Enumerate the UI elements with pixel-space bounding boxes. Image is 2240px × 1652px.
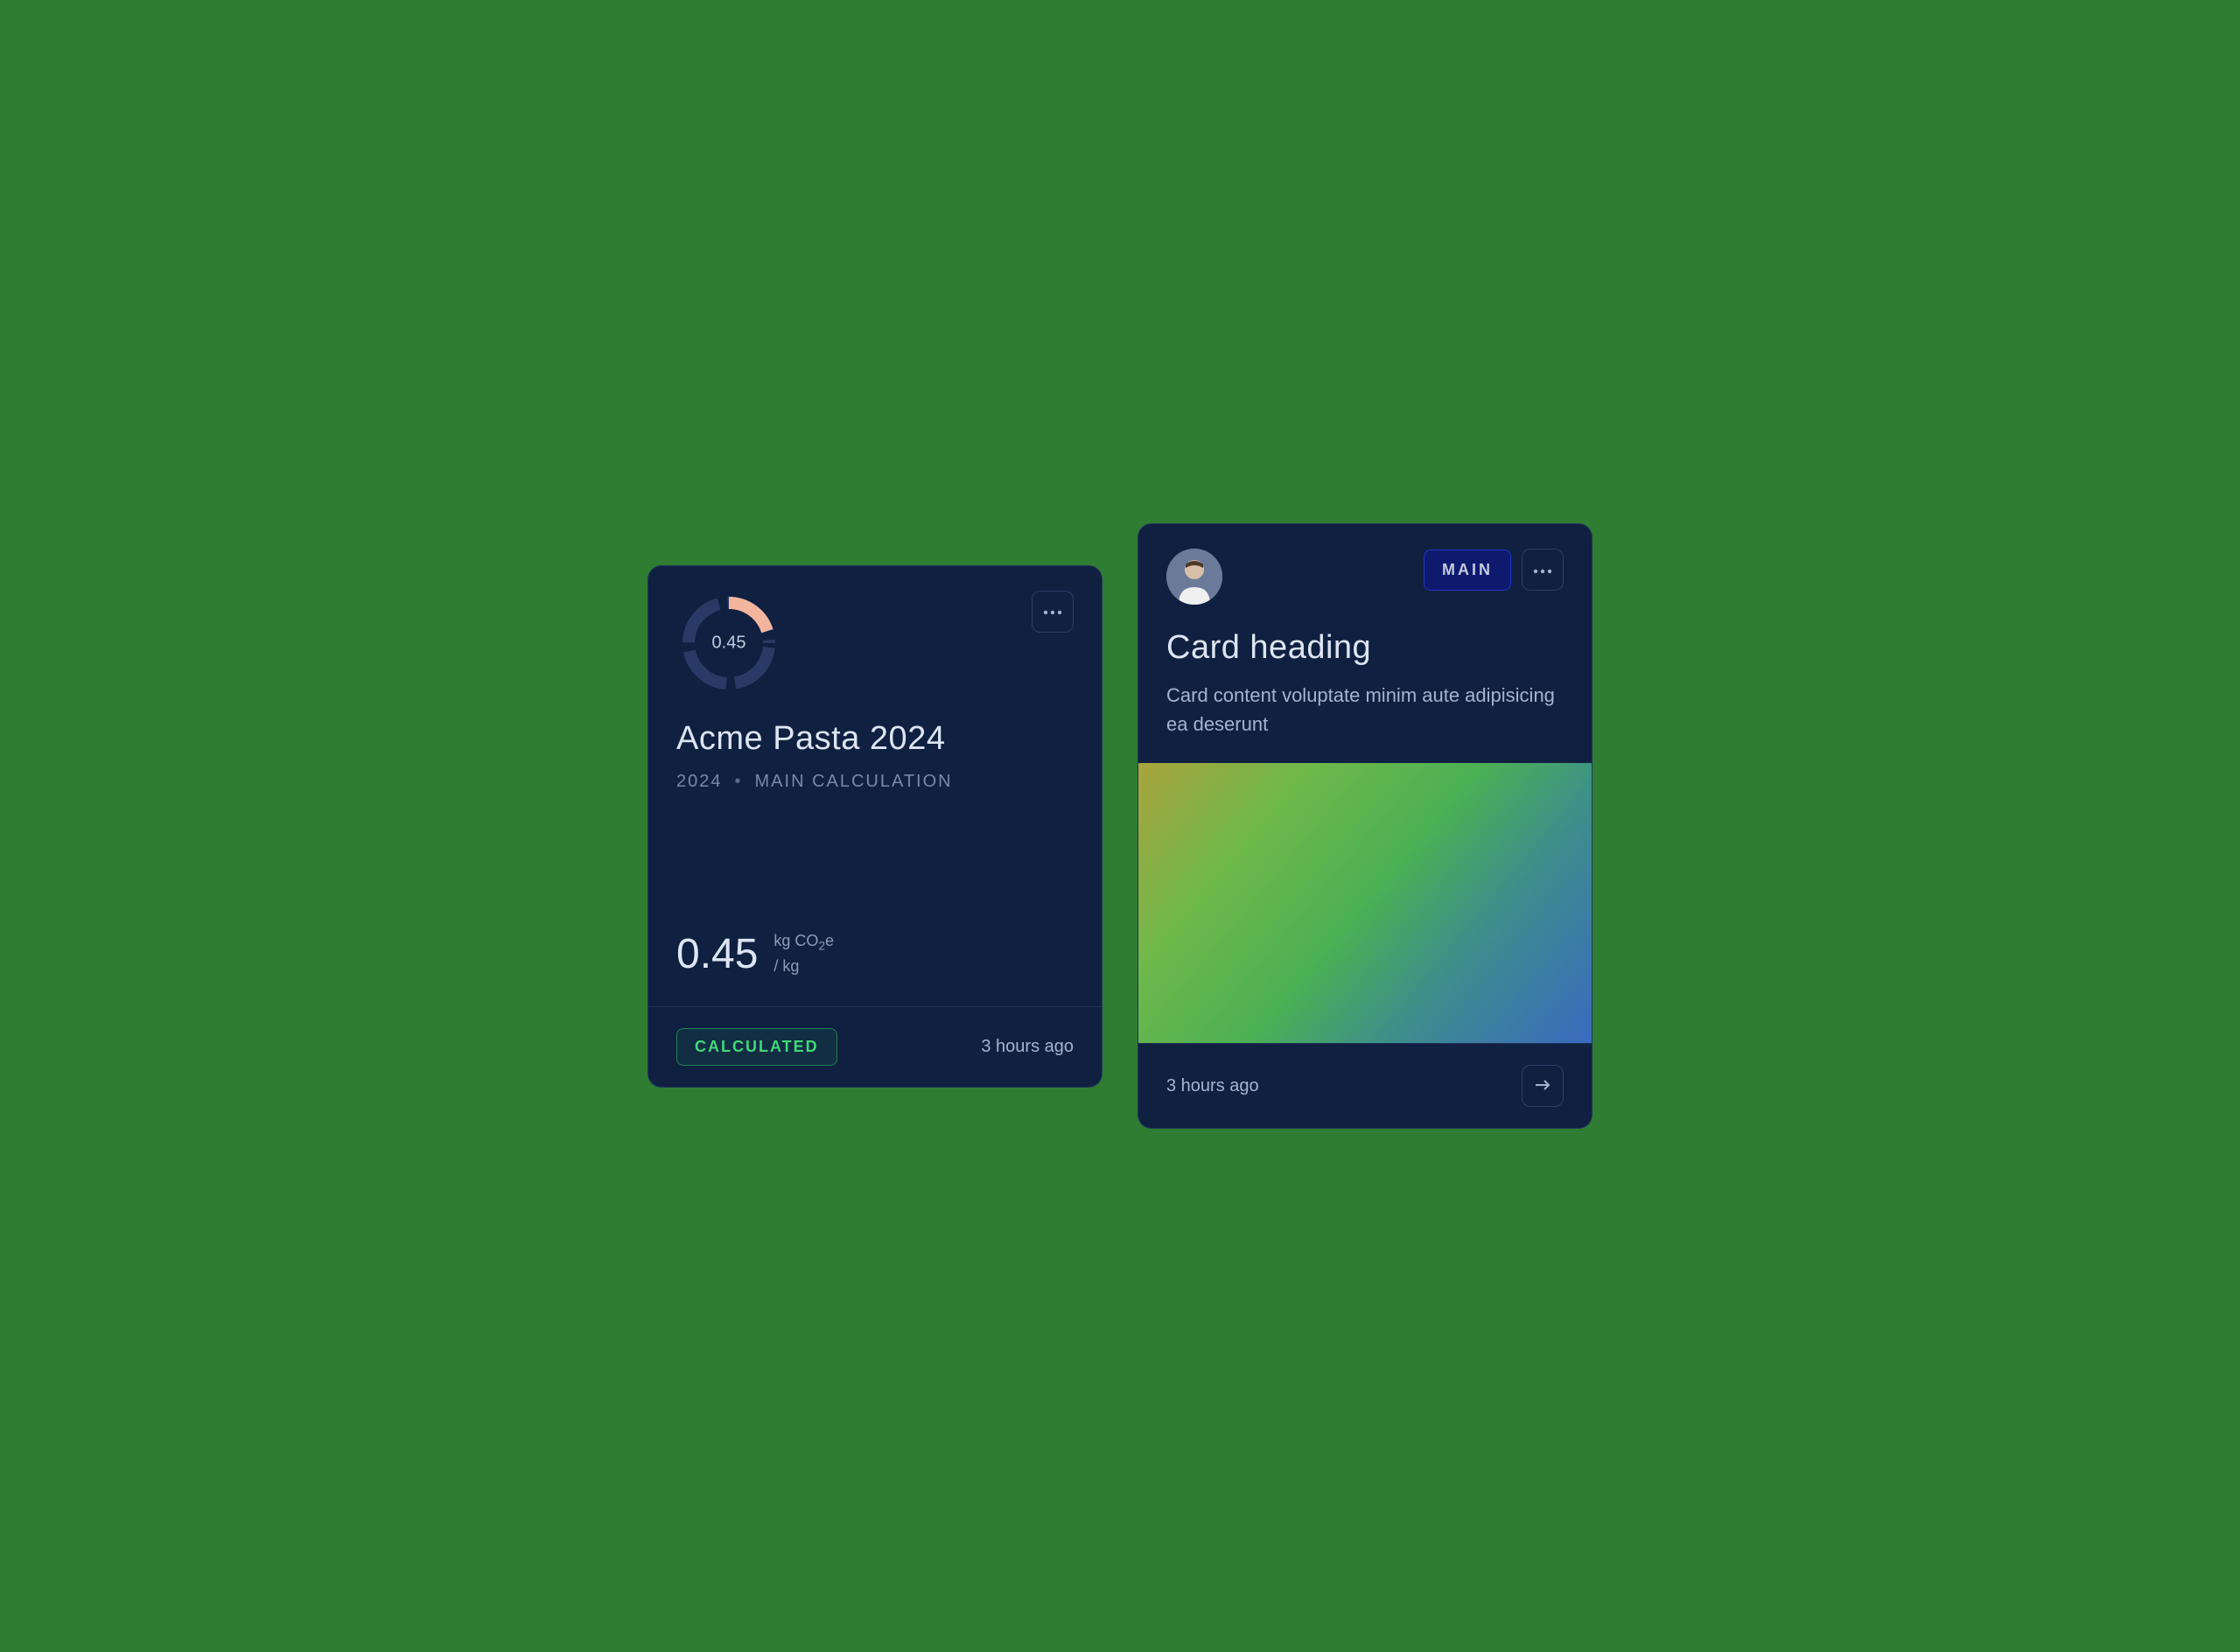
subtitle-label: MAIN CALCULATION	[755, 772, 953, 792]
metric-unit: kg CO2e / kg	[774, 930, 834, 977]
arrow-right-icon	[1535, 1079, 1550, 1094]
unit-line-1: kg CO2e	[774, 930, 834, 955]
card-image	[1138, 763, 1592, 1043]
year-label: 2024	[676, 772, 723, 792]
status-badge: CALCULATED	[676, 1028, 837, 1066]
card-description: Card content voluptate minim aute adipis…	[1166, 681, 1564, 738]
card-title: Acme Pasta 2024	[676, 720, 1074, 758]
emission-metric: 0.45 kg CO2e / kg	[676, 930, 1074, 978]
more-options-button[interactable]	[1522, 549, 1564, 591]
card-header: MAIN	[1138, 524, 1592, 605]
card-body: Acme Pasta 2024 2024 • MAIN CALCULATION	[648, 696, 1102, 816]
content-card: MAIN Card heading Card content voluptate…	[1138, 523, 1592, 1129]
card-footer: CALCULATED 3 hours ago	[648, 1006, 1102, 1087]
card-header: 0.45	[648, 566, 1102, 696]
metric-value: 0.45	[676, 930, 758, 978]
main-badge: MAIN	[1424, 550, 1511, 591]
timestamp-label: 3 hours ago	[981, 1037, 1074, 1057]
dot-separator: •	[735, 772, 743, 792]
open-button[interactable]	[1522, 1065, 1564, 1107]
metric-section: 0.45 kg CO2e / kg	[648, 930, 1102, 1006]
header-actions: MAIN	[1424, 549, 1564, 591]
calculation-card: 0.45 Acme Pasta 2024 2024 • MAIN CALCULA…	[648, 565, 1102, 1088]
more-options-button[interactable]	[1032, 591, 1074, 633]
dots-horizontal-icon	[1533, 564, 1552, 577]
donut-chart: 0.45	[676, 591, 781, 696]
card-footer: 3 hours ago	[1138, 1043, 1592, 1128]
card-body: Card heading Card content voluptate mini…	[1138, 605, 1592, 756]
card-meta: 2024 • MAIN CALCULATION	[676, 772, 1074, 792]
avatar	[1166, 549, 1222, 605]
unit-line-2: / kg	[774, 956, 834, 977]
card-title: Card heading	[1166, 629, 1564, 667]
donut-value-label: 0.45	[712, 633, 746, 653]
dots-horizontal-icon	[1043, 605, 1062, 618]
timestamp-label: 3 hours ago	[1166, 1076, 1259, 1096]
